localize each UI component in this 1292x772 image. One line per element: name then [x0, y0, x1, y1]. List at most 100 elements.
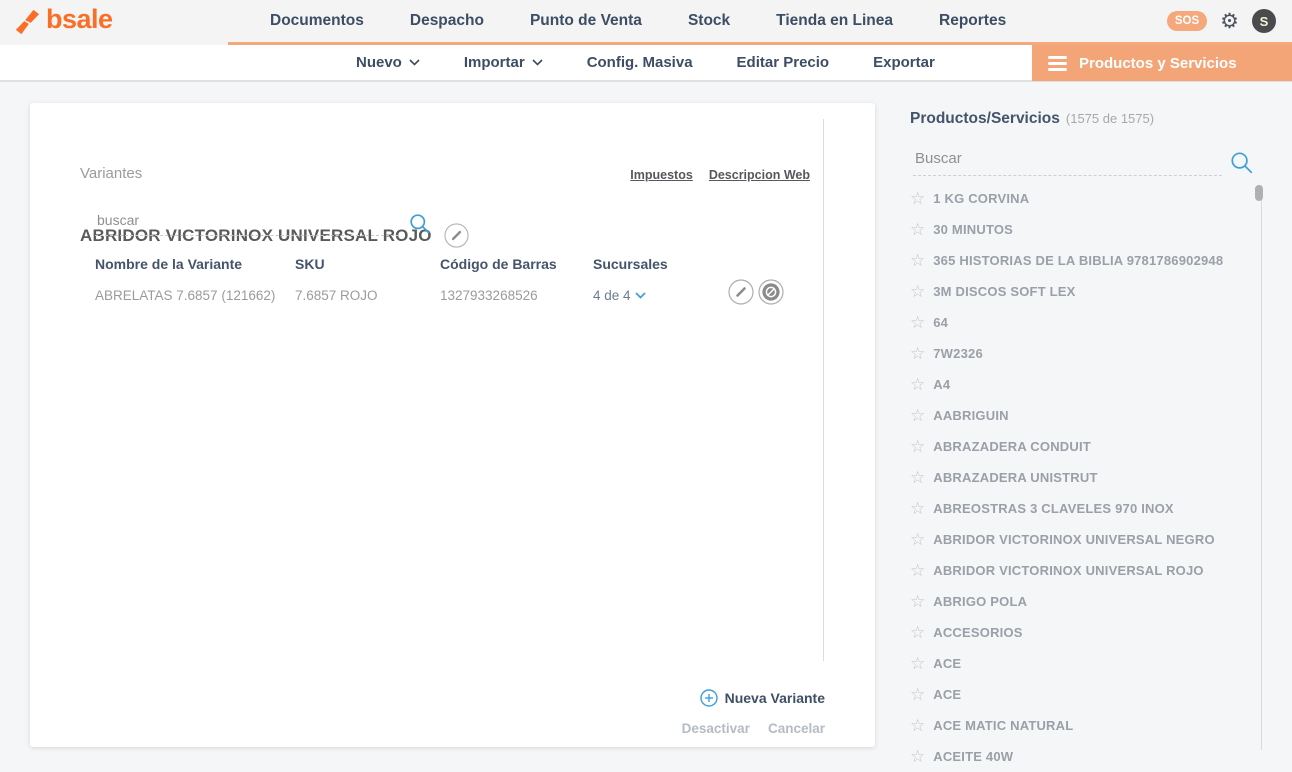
product-list-item[interactable]: ☆ 365 HISTORIAS DE LA BIBLIA 97817869029…: [910, 245, 1250, 276]
star-icon[interactable]: ☆: [910, 655, 925, 672]
nav-item-stock[interactable]: Stock: [688, 12, 730, 30]
product-list-item[interactable]: ☆ 64: [910, 307, 1250, 338]
variant-search-input[interactable]: [95, 208, 399, 236]
cancel-button[interactable]: Cancelar: [768, 721, 825, 736]
sos-badge[interactable]: SOS: [1167, 11, 1207, 31]
product-list-item[interactable]: ☆ ABRAZADERA CONDUIT: [910, 431, 1250, 462]
star-icon[interactable]: ☆: [910, 376, 925, 393]
product-list-item[interactable]: ☆ ACE MATIC NATURAL: [910, 710, 1250, 741]
nav-item-documentos[interactable]: Documentos: [270, 12, 364, 30]
chevron-down-icon: [532, 59, 543, 66]
star-icon[interactable]: ☆: [910, 221, 925, 238]
nav-item-reportes[interactable]: Reportes: [939, 12, 1006, 30]
star-icon[interactable]: ☆: [910, 717, 925, 734]
deactivate-button[interactable]: Desactivar: [682, 721, 750, 736]
product-list-item[interactable]: ☆ ACE: [910, 648, 1250, 679]
star-icon[interactable]: ☆: [910, 345, 925, 362]
product-list-item-label: ABRAZADERA CONDUIT: [933, 439, 1091, 454]
product-list-item[interactable]: ☆ 30 MINUTOS: [910, 214, 1250, 245]
star-icon[interactable]: ☆: [910, 593, 925, 610]
toolbar-item-nuevo[interactable]: Nuevo: [356, 54, 420, 71]
brand-logo[interactable]: bsale: [14, 6, 113, 37]
product-list-item[interactable]: ☆ ACEITE 40W: [910, 741, 1250, 762]
product-detail-panel: ABRIDOR VICTORINOX UNIVERSAL ROJO Varian…: [30, 103, 875, 747]
product-list-item-label: 1 KG CORVINA: [933, 191, 1029, 206]
product-list-item-label: 30 MINUTOS: [933, 222, 1013, 237]
products-services-button[interactable]: Productos y Servicios: [1032, 45, 1292, 81]
nav-right-cluster: SOS ⚙ S: [1167, 0, 1276, 42]
pencil-icon: [728, 279, 754, 305]
search-icon[interactable]: [1230, 151, 1253, 176]
impuestos-link[interactable]: Impuestos: [630, 168, 693, 182]
products-search-input[interactable]: [913, 146, 1222, 176]
product-list-item-label: ACE MATIC NATURAL: [933, 718, 1073, 733]
product-list-item-label: ABREOSTRAS 3 CLAVELES 970 INOX: [933, 501, 1174, 516]
product-list-item[interactable]: ☆ A4: [910, 369, 1250, 400]
nav-item-tienda-en-linea[interactable]: Tienda en Linea: [776, 12, 893, 30]
product-list-item-label: ACCESORIOS: [933, 625, 1022, 640]
col-header-sku: SKU: [295, 256, 440, 272]
product-list-item-label: ACE: [933, 656, 961, 671]
star-icon[interactable]: ☆: [910, 438, 925, 455]
toolbar: Nuevo Importar Config. Masiva Editar Pre…: [0, 45, 1292, 82]
product-list-item[interactable]: ☆ ABRAZADERA UNISTRUT: [910, 462, 1250, 493]
toolbar-item-importar[interactable]: Importar: [464, 54, 543, 71]
hamburger-icon: [1048, 56, 1067, 71]
nav-item-despacho[interactable]: Despacho: [410, 12, 484, 30]
product-list-item-label: 7W2326: [933, 346, 983, 361]
new-variant-button[interactable]: Nueva Variante: [700, 689, 825, 707]
descripcion-web-link[interactable]: Descripcion Web: [709, 168, 810, 182]
toolbar-item-config-masiva[interactable]: Config. Masiva: [587, 54, 693, 71]
products-services-button-label: Productos y Servicios: [1079, 55, 1237, 72]
product-list-item[interactable]: ☆ ABREOSTRAS 3 CLAVELES 970 INOX: [910, 493, 1250, 524]
star-icon[interactable]: ☆: [910, 252, 925, 269]
product-list-item[interactable]: ☆ ABRIDOR VICTORINOX UNIVERSAL ROJO: [910, 555, 1250, 586]
star-icon[interactable]: ☆: [910, 314, 925, 331]
branches-toggle[interactable]: 4 de 4: [593, 288, 713, 303]
variant-barcode-cell: 1327933268526: [440, 288, 593, 303]
footer-actions: Desactivar Cancelar: [682, 721, 825, 736]
product-list-item[interactable]: ☆ ABRIDOR VICTORINOX UNIVERSAL NEGRO: [910, 524, 1250, 555]
product-list-item-label: AABRIGUIN: [933, 408, 1008, 423]
star-icon[interactable]: ☆: [910, 531, 925, 548]
nav-item-punto-de-venta[interactable]: Punto de Venta: [530, 12, 642, 30]
star-icon[interactable]: ☆: [910, 283, 925, 300]
main-nav: Documentos Despacho Punto de Venta Stock…: [270, 0, 1006, 42]
star-icon[interactable]: ☆: [910, 686, 925, 703]
product-list-item-label: ABRAZADERA UNISTRUT: [933, 470, 1097, 485]
product-list-item[interactable]: ☆ 1 KG CORVINA: [910, 183, 1250, 214]
product-list-item[interactable]: ☆ ACCESORIOS: [910, 617, 1250, 648]
star-icon[interactable]: ☆: [910, 407, 925, 424]
col-header-name: Nombre de la Variante: [95, 256, 295, 272]
avatar[interactable]: S: [1252, 9, 1276, 33]
gear-icon[interactable]: ⚙: [1220, 11, 1239, 32]
disable-variant-button[interactable]: [758, 279, 784, 305]
block-icon: [758, 279, 784, 305]
star-icon[interactable]: ☆: [910, 562, 925, 579]
product-list-item[interactable]: ☆ 7W2326: [910, 338, 1250, 369]
product-list-item[interactable]: ☆ 3M DISCOS SOFT LEX: [910, 276, 1250, 307]
scrollbar-thumb[interactable]: [1255, 185, 1263, 201]
star-icon[interactable]: ☆: [910, 500, 925, 517]
star-icon[interactable]: ☆: [910, 624, 925, 641]
variants-section-label: Variantes: [80, 165, 142, 182]
product-list-item-label: 365 HISTORIAS DE LA BIBLIA 9781786902948: [933, 253, 1223, 268]
col-header-barcode: Código de Barras: [440, 256, 593, 272]
product-list-item-label: ACE: [933, 687, 961, 702]
search-icon[interactable]: [409, 213, 430, 236]
product-list-item[interactable]: ☆ ABRIGO POLA: [910, 586, 1250, 617]
star-icon[interactable]: ☆: [910, 190, 925, 207]
brand-logo-text: bsale: [46, 6, 113, 37]
product-list-item[interactable]: ☆ ACE: [910, 679, 1250, 710]
star-icon[interactable]: ☆: [910, 469, 925, 486]
edit-variant-button[interactable]: [728, 279, 754, 305]
star-icon[interactable]: ☆: [910, 748, 925, 762]
product-list-item-label: 3M DISCOS SOFT LEX: [933, 284, 1075, 299]
edit-title-button[interactable]: [444, 223, 469, 248]
product-list-item[interactable]: ☆ AABRIGUIN: [910, 400, 1250, 431]
product-list-item-label: 64: [933, 315, 948, 330]
toolbar-item-exportar[interactable]: Exportar: [873, 54, 935, 71]
toolbar-item-editar-precio[interactable]: Editar Precio: [737, 54, 830, 71]
new-variant-label: Nueva Variante: [725, 690, 825, 706]
plus-circle-icon: [700, 689, 718, 707]
